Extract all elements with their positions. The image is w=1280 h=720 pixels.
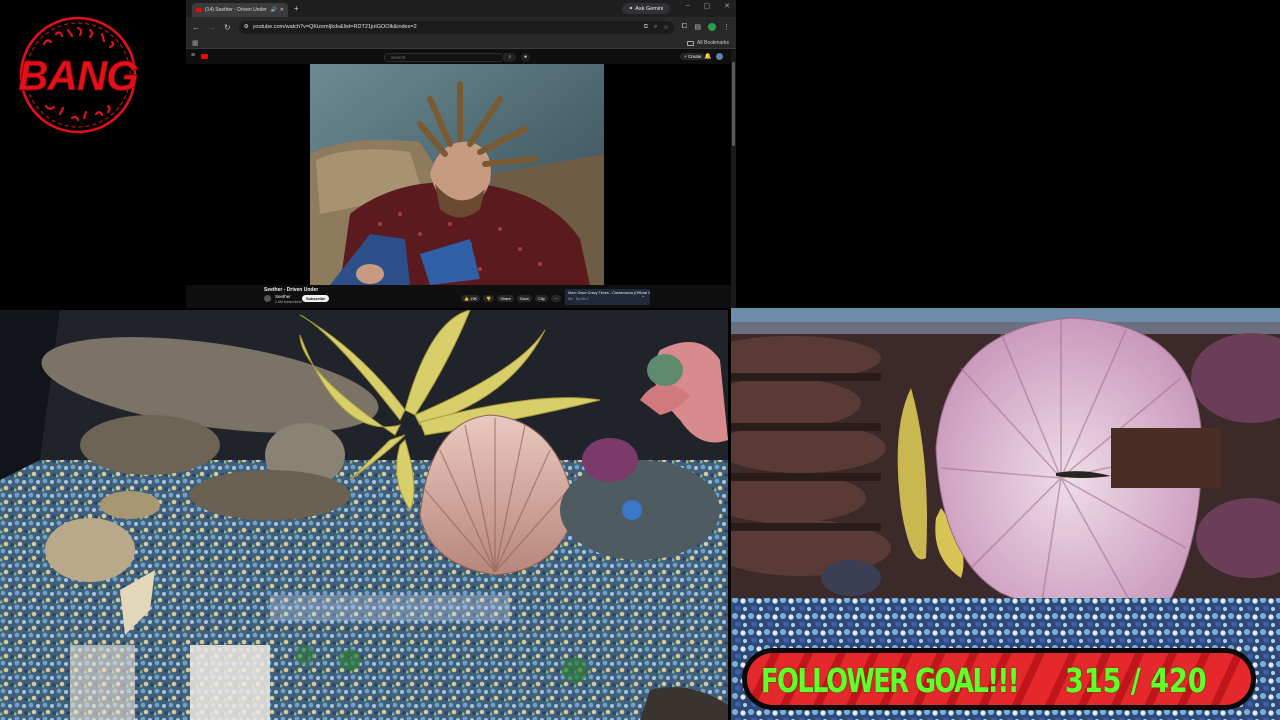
follower-goal-widget: FOLLOWER GOAL!!! 315 / 420: [742, 648, 1256, 710]
close-window-icon[interactable]: ✕: [724, 2, 730, 10]
search-icon[interactable]: ⌕: [504, 53, 516, 62]
video-info: Seether - Driven Under Seether 2.6M subs…: [186, 285, 731, 308]
extensions-icon[interactable]: ⧠: [682, 23, 688, 31]
channel-name[interactable]: Seether: [275, 294, 291, 299]
tab-title: (14) Seether - Driven Under: [205, 7, 267, 13]
audio-playing-icon[interactable]: 🔊: [271, 7, 277, 13]
reload-icon[interactable]: ↻: [224, 23, 231, 32]
up-next-subtitle: Mix · My Mix 2: [568, 297, 589, 301]
dislike-button[interactable]: 👎: [483, 295, 495, 302]
follower-goal-bar: FOLLOWER GOAL!!! 315 / 420: [747, 653, 1251, 705]
close-tab-icon[interactable]: ✕: [280, 7, 284, 13]
aquarium-camera-left: [0, 310, 728, 720]
microphone-icon[interactable]: ●: [521, 53, 530, 62]
youtube-avatar[interactable]: [716, 53, 723, 60]
video-frame[interactable]: [310, 64, 604, 285]
url-text: youtube.com/watch?v=QKizemIjkds&list=RDT…: [252, 24, 417, 30]
video-title: Seether - Driven Under: [264, 287, 319, 293]
music-video-still: [310, 64, 604, 285]
browser-toolbar: ← → ↻ ⚙ youtube.com/watch?v=QKizemIjkds&…: [186, 17, 736, 37]
create-button[interactable]: + Create: [680, 53, 706, 60]
tab-strip: (14) Seether - Driven Under 🔊 ✕ + ✦ Ask …: [186, 0, 736, 17]
youtube-logo[interactable]: [201, 54, 208, 59]
channel-subscribers: 2.6M subscribers: [275, 300, 302, 304]
bang-logo: BANG: [14, 14, 142, 136]
window-controls: – ▢ ✕: [686, 2, 730, 10]
youtube-header: ≡ Search ⌕ ● + Create 🔔: [186, 50, 731, 64]
address-bar[interactable]: ⚙ youtube.com/watch?v=QKizemIjkds&list=R…: [238, 20, 674, 34]
profile-avatar[interactable]: [708, 23, 716, 31]
up-next-title: Mom Once Crazy Times - Cantarosora (Offi…: [568, 291, 650, 295]
youtube-search-input[interactable]: Search: [384, 53, 504, 62]
page-scrollbar[interactable]: [731, 50, 736, 308]
all-bookmarks-label: All Bookmarks: [697, 40, 729, 46]
folder-icon: [687, 40, 695, 46]
save-button[interactable]: Save: [516, 295, 533, 302]
like-button[interactable]: 👍 19K: [461, 295, 481, 302]
notifications-bell-icon[interactable]: 🔔: [704, 53, 711, 60]
browser-window: (14) Seether - Driven Under 🔊 ✕ + ✦ Ask …: [186, 0, 736, 308]
zoom-icon[interactable]: ⌕: [654, 24, 657, 31]
youtube-play-icon: [201, 54, 208, 59]
share-button[interactable]: Share: [497, 295, 514, 302]
follower-goal-count: 315 / 420: [1065, 661, 1207, 700]
video-actions: 👍 19K 👎 Share Save Clip ···: [461, 295, 561, 302]
subscribe-button[interactable]: Subscribe: [302, 295, 330, 302]
scrollbar-thumb[interactable]: [732, 62, 735, 146]
forward-icon[interactable]: →: [208, 23, 216, 32]
tab-youtube[interactable]: (14) Seether - Driven Under 🔊 ✕: [192, 3, 288, 17]
ask-gemini-button[interactable]: ✦ Ask Gemini: [622, 3, 670, 14]
follower-goal-label: FOLLOWER GOAL!!!: [761, 661, 1019, 700]
chevron-down-icon[interactable]: ⌄: [641, 293, 645, 299]
minimize-icon[interactable]: –: [686, 2, 690, 10]
site-info-icon[interactable]: ⚙: [244, 24, 249, 30]
gemini-sparkle-icon: ✦: [628, 5, 634, 12]
gemini-label: Ask Gemini: [635, 5, 664, 12]
bookmarks-bar: ▦ All Bookmarks: [186, 37, 736, 49]
youtube-favicon-icon: [196, 8, 202, 12]
clip-button[interactable]: Clip: [535, 295, 548, 302]
channel-avatar[interactable]: [264, 295, 271, 302]
new-tab-button[interactable]: +: [294, 4, 299, 13]
video-player[interactable]: [186, 64, 731, 285]
hamburger-menu-icon[interactable]: ≡: [191, 52, 195, 59]
maximize-icon[interactable]: ▢: [704, 2, 711, 10]
all-bookmarks-button[interactable]: All Bookmarks: [687, 40, 729, 46]
up-next-card[interactable]: Mom Once Crazy Times - Cantarosora (Offi…: [565, 289, 650, 305]
svg-text:BANG: BANG: [18, 52, 138, 99]
bookmark-star-icon[interactable]: ☆: [663, 24, 668, 31]
apps-grid-icon[interactable]: ▦: [192, 39, 199, 47]
browser-menu-icon[interactable]: ⋮: [723, 23, 730, 31]
install-app-icon[interactable]: ⧉: [644, 24, 648, 31]
back-icon[interactable]: ←: [192, 23, 200, 32]
more-actions-button[interactable]: ···: [550, 295, 561, 302]
side-panel-icon[interactable]: ▤: [694, 23, 701, 31]
